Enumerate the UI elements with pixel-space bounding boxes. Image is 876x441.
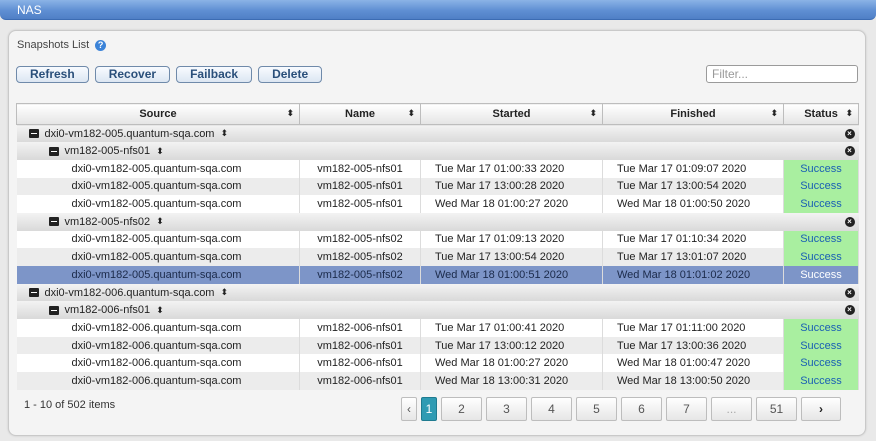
page-button[interactable]: 2 (441, 397, 482, 421)
sort-icon[interactable]: ⬍ (286, 108, 294, 119)
page-button[interactable]: 6 (621, 397, 662, 421)
column-header-name[interactable]: Name ⬍ (299, 103, 421, 125)
collapse-icon[interactable] (28, 129, 39, 139)
table-header-row: Source ⬍ Name ⬍ Started ⬍ Finished ⬍ Status ⬍ (16, 103, 859, 125)
sort-icon[interactable]: ⬍ (156, 216, 164, 227)
group-row-host[interactable]: dxi0-vm182-005.quantum-sqa.com ⬍ × (16, 124, 859, 143)
sort-icon[interactable]: ⬍ (770, 108, 778, 119)
sort-icon[interactable]: ⬍ (220, 287, 228, 298)
table-row[interactable]: dxi0-vm182-005.quantum-sqa.com vm182-005… (16, 195, 859, 213)
table-row[interactable]: dxi0-vm182-005.quantum-sqa.com vm182-005… (16, 159, 859, 178)
window-title: NAS (17, 3, 42, 17)
sort-icon[interactable]: ⬍ (156, 146, 164, 157)
column-header-source[interactable]: Source ⬍ (16, 103, 300, 125)
panel-title: Snapshots List (17, 39, 90, 51)
column-header-started[interactable]: Started ⬍ (420, 103, 603, 125)
page-ellipsis: ... (711, 397, 752, 421)
status-badge: Success (783, 195, 859, 213)
sort-icon[interactable]: ⬍ (220, 128, 228, 139)
status-badge: Success (783, 266, 859, 284)
sort-icon[interactable]: ⬍ (845, 108, 853, 119)
table-row[interactable]: dxi0-vm182-005.quantum-sqa.com vm182-005… (16, 230, 859, 249)
page-button[interactable]: 7 (666, 397, 707, 421)
column-header-finished[interactable]: Finished ⬍ (602, 103, 784, 125)
collapse-icon[interactable] (48, 217, 59, 227)
group-row-share[interactable]: vm182-006-nfs01 ⬍ × (16, 301, 859, 320)
page-button[interactable]: 3 (486, 397, 527, 421)
window-titlebar: NAS (0, 0, 876, 20)
close-circle-icon[interactable]: × (844, 146, 855, 157)
table-footer: 1 - 10 of 502 items ‹ 1 2 3 4 5 6 7 ... … (9, 385, 865, 435)
group-label: vm182-006-nfs01 (64, 304, 151, 317)
snapshots-table: Source ⬍ Name ⬍ Started ⬍ Finished ⬍ Status ⬍… (16, 103, 859, 390)
items-count: 1 - 10 of 502 items (24, 399, 116, 411)
status-badge: Success (783, 319, 859, 337)
table-row[interactable]: dxi0-vm182-005.quantum-sqa.com vm182-005… (16, 177, 859, 196)
delete-button[interactable]: Delete (258, 66, 323, 83)
question-circle-icon[interactable]: ? (95, 39, 107, 51)
table-row[interactable]: dxi0-vm182-006.quantum-sqa.com vm182-006… (16, 319, 859, 337)
group-label: vm182-005-nfs01 (64, 145, 151, 158)
status-badge: Success (783, 248, 859, 266)
column-header-status[interactable]: Status ⬍ (783, 103, 859, 125)
group-row-host[interactable]: dxi0-vm182-006.quantum-sqa.com ⬍ × (16, 283, 859, 302)
filter-input[interactable] (706, 65, 858, 83)
group-row-share[interactable]: vm182-005-nfs02 ⬍ × (16, 212, 859, 231)
pagination: ‹ 1 2 3 4 5 6 7 ... 51 › (401, 397, 841, 421)
page-button[interactable]: 4 (531, 397, 572, 421)
close-circle-icon[interactable]: × (844, 216, 855, 227)
group-row-share[interactable]: vm182-005-nfs01 ⬍ × (16, 142, 859, 160)
page-button[interactable]: 51 (756, 397, 797, 421)
panel-label: Snapshots List ? (17, 39, 107, 51)
sort-icon[interactable]: ⬍ (407, 108, 415, 119)
status-badge: Success (783, 230, 859, 249)
next-page-button[interactable]: › (801, 397, 841, 421)
recover-button[interactable]: Recover (94, 66, 171, 83)
sort-icon[interactable]: ⬍ (156, 305, 164, 316)
close-circle-icon[interactable]: × (844, 287, 855, 298)
prev-page-button[interactable]: ‹ (401, 397, 417, 421)
sort-icon[interactable]: ⬍ (589, 108, 597, 119)
table-row-selected[interactable]: dxi0-vm182-005.quantum-sqa.com vm182-005… (16, 266, 859, 284)
group-label: dxi0-vm182-006.quantum-sqa.com (44, 286, 215, 299)
snapshots-panel: Snapshots List ? Refresh Recover Failbac… (8, 30, 866, 436)
status-badge: Success (783, 354, 859, 373)
toolbar: Refresh Recover Failback Delete (16, 66, 323, 83)
close-circle-icon[interactable]: × (844, 129, 855, 139)
collapse-icon[interactable] (48, 305, 59, 315)
close-circle-icon[interactable]: × (844, 305, 855, 316)
status-badge: Success (783, 336, 859, 355)
failback-button[interactable]: Failback (176, 66, 253, 83)
group-label: dxi0-vm182-005.quantum-sqa.com (44, 127, 215, 140)
status-badge: Success (783, 177, 859, 196)
table-row[interactable]: dxi0-vm182-006.quantum-sqa.com vm182-006… (16, 336, 859, 355)
page-button[interactable]: 5 (576, 397, 617, 421)
status-badge: Success (783, 159, 859, 178)
group-label: vm182-005-nfs02 (64, 215, 151, 228)
refresh-button[interactable]: Refresh (16, 66, 89, 83)
collapse-icon[interactable] (28, 288, 39, 298)
page-button-current[interactable]: 1 (421, 397, 437, 421)
collapse-icon[interactable] (48, 146, 59, 156)
table-row[interactable]: dxi0-vm182-006.quantum-sqa.com vm182-006… (16, 354, 859, 373)
table-row[interactable]: dxi0-vm182-005.quantum-sqa.com vm182-005… (16, 248, 859, 266)
